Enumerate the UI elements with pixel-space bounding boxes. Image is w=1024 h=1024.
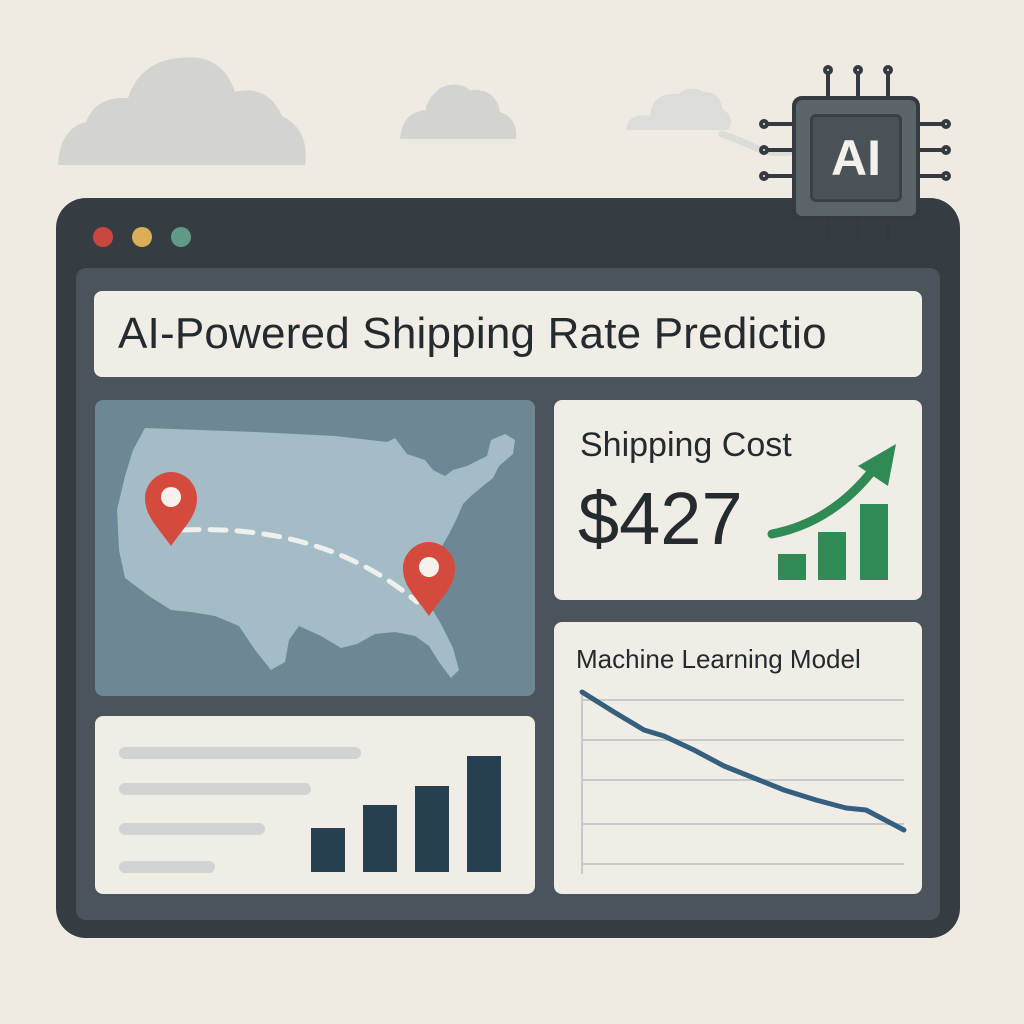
text-placeholder (119, 783, 311, 795)
summary-card (95, 716, 535, 894)
steam-icon (626, 88, 794, 156)
window-minimize-button[interactable] (132, 227, 152, 247)
us-map-icon (117, 428, 515, 678)
bar-chart-icon (311, 756, 501, 872)
ml-model-title: Machine Learning Model (576, 644, 861, 674)
text-placeholder (119, 823, 265, 835)
ai-chip-icon: AI (792, 96, 920, 220)
summary-bar (467, 756, 501, 872)
ai-chip-core: AI (810, 114, 902, 202)
trend-up-icon (767, 444, 896, 580)
summary-bar (363, 805, 397, 872)
shipping-cost-value: $427 (578, 477, 743, 560)
app-window: AI-Powered Shipping Rate Predictio Shipp… (56, 198, 960, 938)
shipping-cost-card: Shipping Cost $427 (554, 400, 922, 600)
window-close-button[interactable] (93, 227, 113, 247)
window-maximize-button[interactable] (171, 227, 191, 247)
line-chart-icon (579, 689, 907, 874)
text-placeholder (119, 861, 215, 873)
shipping-cost-label: Shipping Cost (580, 426, 792, 464)
summary-bar (311, 828, 345, 872)
cloud-icon (400, 84, 517, 139)
ai-chip-label: AI (831, 130, 881, 186)
cloud-icon (58, 57, 306, 165)
title-bar: AI-Powered Shipping Rate Predictio (94, 291, 922, 377)
ml-model-card: Machine Learning Model (554, 622, 922, 894)
summary-bar (415, 786, 449, 872)
page-title: AI-Powered Shipping Rate Predictio (118, 309, 827, 358)
route-map-panel[interactable] (95, 400, 535, 696)
